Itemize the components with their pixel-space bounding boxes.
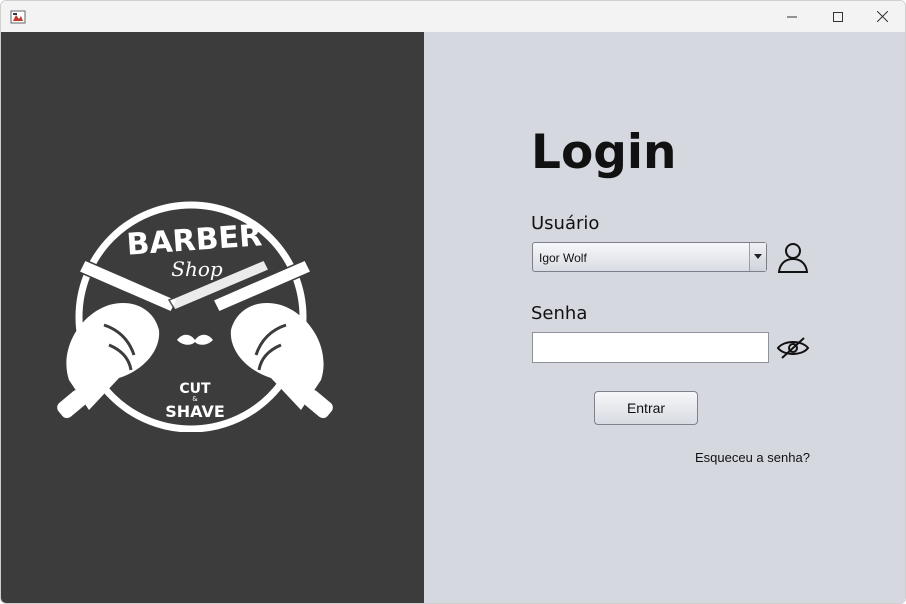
java-app-icon bbox=[10, 10, 26, 24]
forgot-password-link[interactable]: Esqueceu a senha? bbox=[695, 450, 810, 465]
maximize-button[interactable] bbox=[815, 1, 861, 32]
minimize-button[interactable] bbox=[769, 1, 815, 32]
maximize-icon bbox=[833, 11, 843, 22]
eye-slash-icon[interactable] bbox=[776, 336, 810, 360]
username-selected-value: Igor Wolf bbox=[539, 251, 587, 265]
logo-text-shave: SHAVE bbox=[165, 402, 225, 421]
login-title: Login bbox=[531, 125, 677, 180]
login-panel: Login Usuário Igor Wolf Senha Entrar Esq… bbox=[424, 32, 905, 603]
branding-panel: BARBER Shop CUT & SHAVE bbox=[1, 32, 424, 603]
login-window: BARBER Shop CUT & SHAVE Login Usuário Ig… bbox=[0, 0, 906, 604]
password-label: Senha bbox=[531, 303, 588, 324]
minimize-icon bbox=[787, 16, 797, 17]
chevron-down-icon bbox=[754, 254, 762, 259]
username-select[interactable]: Igor Wolf bbox=[532, 242, 767, 272]
user-icon bbox=[777, 243, 809, 273]
username-label: Usuário bbox=[531, 213, 600, 234]
barber-shop-logo: BARBER Shop CUT & SHAVE bbox=[57, 201, 333, 432]
logo-text-shop: Shop bbox=[171, 257, 223, 281]
login-button[interactable]: Entrar bbox=[594, 391, 698, 425]
password-field[interactable] bbox=[532, 332, 769, 363]
dropdown-arrow-button[interactable] bbox=[749, 243, 766, 271]
close-icon bbox=[876, 11, 888, 22]
title-bar[interactable] bbox=[1, 1, 905, 32]
close-button[interactable] bbox=[859, 1, 905, 32]
